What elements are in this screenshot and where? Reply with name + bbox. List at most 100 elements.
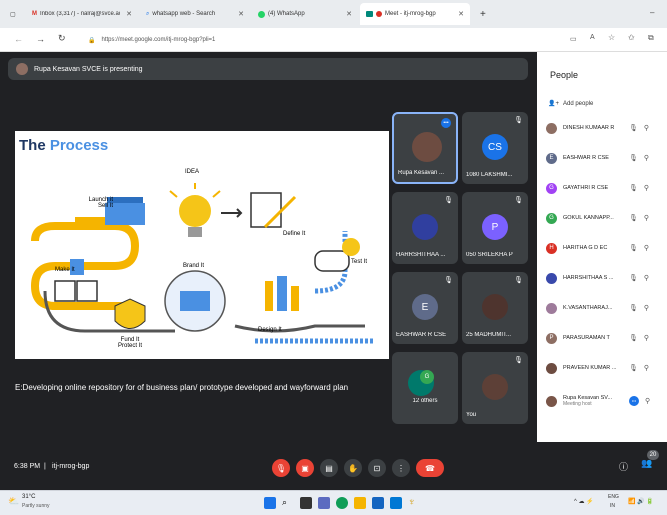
tab-whatsapp[interactable]: (4) WhatsApp ✕ [252,3,358,25]
system-tray-icons[interactable]: ^ ☁ ⚡ [574,498,594,505]
minimize-icon[interactable]: – [650,8,654,17]
pin-icon[interactable]: ⚲ [644,154,649,162]
forward-icon[interactable]: → [36,34,45,44]
participant-row[interactable]: K.VASANTHARAJ... 🎙 ⚲ [546,298,667,318]
participant-tile-self[interactable]: 🎙 You [462,352,528,424]
tab-gmail[interactable]: M Inbox (3,317) - nalraj@svce.ac.in ✕ [26,3,138,25]
hand-icon: ✋ [348,463,358,473]
participant-row[interactable]: P PARASURAMAN T 🎙 ⚲ [546,328,667,348]
reload-icon[interactable]: ↻ [58,33,66,44]
pin-icon[interactable]: ⚲ [644,334,649,342]
pin-icon[interactable]: ⚲ [644,364,649,372]
tab-actions-icon[interactable]: ▢ [4,3,22,25]
raise-hand-button[interactable]: ✋ [344,459,362,477]
collections-icon[interactable]: ⧉ [648,33,654,43]
close-icon[interactable]: ✕ [126,10,132,18]
avatar: P [482,214,508,240]
pin-icon[interactable]: ⚲ [644,124,649,132]
participant-row[interactable]: G GAYATHRI R CSE 🎙 ⚲ [546,178,667,198]
favorites-bar-icon[interactable]: ✩ [628,33,635,42]
participant-row[interactable]: PRAVEEN KUMAR ... 🎙 ⚲ [546,358,667,378]
store-icon[interactable] [372,497,384,509]
participant-row[interactable]: E EASHWAR R CSE 🎙 ⚲ [546,148,667,168]
mic-off-icon[interactable]: 🎙 [629,334,638,342]
more-options-button[interactable]: ⋮ [392,459,410,477]
mic-off-icon[interactable]: 🎙 [629,214,638,222]
weather-icon[interactable]: ⛅ [8,496,19,507]
edge-icon[interactable] [336,497,348,509]
browser-tab-bar: ▢ M Inbox (3,317) - nalraj@svce.ac.in ✕ … [0,0,667,28]
app-icon[interactable]: ♆ [408,497,420,509]
camera-toggle-button[interactable]: ▣ [296,459,314,477]
start-icon[interactable] [264,497,276,509]
participant-row-host[interactable]: Rupa Kesavan SV... Meeting host ••• ⚲ [546,388,667,414]
read-aloud-icon[interactable]: A [590,34,595,41]
avatar [412,214,438,240]
new-tab-button[interactable]: + [474,3,488,25]
pin-icon[interactable]: ⚲ [644,214,649,222]
participant-tile[interactable]: 🎙 CS 1080 LAKSHMI... [462,112,528,184]
windows-taskbar: ⛅ 31°C Partly sunny ⌕ ♆ ^ ☁ ⚡ ENG IN 📶 🔊… [0,490,667,515]
mic-off-icon[interactable]: 🎙 [629,274,638,282]
file-explorer-icon[interactable] [354,497,366,509]
mic-off-icon[interactable]: 🎙 [629,154,638,162]
pin-icon[interactable]: ⚲ [644,304,649,312]
present-button[interactable]: ⊡ [368,459,386,477]
add-person-icon: 👤+ [548,101,559,107]
favorite-icon[interactable]: ☆ [608,33,615,42]
participant-row[interactable]: HARRSHITHAA S ... 🎙 ⚲ [546,268,667,288]
avatar [546,122,557,134]
participant-row[interactable]: DINESH KUMAAR R 🎙 ⚲ [546,118,667,138]
separator: | [44,463,46,470]
speaking-icon: ••• [441,118,451,128]
participant-tile[interactable]: ••• Rupa Kesavan ... [392,112,458,184]
camera-permission-icon[interactable]: ▭ [570,35,577,43]
participant-tile-others[interactable]: G 12 others [392,352,458,424]
pin-icon[interactable]: ⚲ [644,274,649,282]
close-icon[interactable]: ✕ [346,10,352,18]
region-indicator: IN [610,503,615,509]
pin-icon[interactable]: ⚲ [644,184,649,192]
teams-icon[interactable] [318,497,330,509]
participant-tile[interactable]: 🎙 HARRSHITHAA ... [392,192,458,264]
mic-off-icon[interactable]: 🎙 [629,124,638,132]
mic-off-icon[interactable]: 🎙 [629,184,638,192]
participant-tile[interactable]: 🎙 25 MADHUMIT... [462,272,528,344]
pin-icon[interactable]: ⚲ [644,244,649,252]
captions-button[interactable]: ▤ [320,459,338,477]
presenter-avatar [16,63,28,75]
add-people-button[interactable]: 👤+ Add people [548,100,593,108]
weather-text: Partly sunny [22,503,50,509]
tab-meet[interactable]: Meet - itj-mrog-bgp ✕ [360,3,470,25]
close-icon[interactable]: ✕ [238,10,244,18]
participant-row[interactable]: H HARITHA G D EC 🎙 ⚲ [546,238,667,258]
back-icon[interactable]: ← [14,34,23,44]
info-icon[interactable]: ⓘ [619,460,628,473]
participant-tile[interactable]: 🎙 P 050 SRILEKHA P [462,192,528,264]
meeting-controls: 6:38 PM | itj-mrog-bgp 🎙 ▣ ▤ ✋ ⊡ ⋮ ☎ [0,449,537,490]
close-icon[interactable]: ✕ [458,10,464,18]
mic-toggle-button[interactable]: 🎙 [272,459,290,477]
mic-off-icon[interactable]: 🎙 [629,364,638,372]
url-field[interactable]: 🔒 https://meet.google.com/itj-mrog-bgp?p… [80,32,530,48]
mic-off-icon[interactable]: 🎙 [629,244,638,252]
slide-label-idea: IDEA [185,169,200,175]
slide-label-launch: Launch it Sell It [88,197,113,209]
search-icon[interactable]: ⌕ [282,497,294,509]
right-bottom-controls: ⓘ 👥 20 [537,442,667,490]
whatsapp-icon [258,10,265,18]
leave-call-button[interactable]: ☎ [416,459,444,477]
pin-icon[interactable]: ⚲ [645,397,650,405]
tab-search[interactable]: ⌕ whatsapp web - Search ✕ [140,3,250,25]
mail-icon[interactable] [390,497,402,509]
participant-row[interactable]: G GOKUL KANNAPP... 🎙 ⚲ [546,208,667,228]
avatar: CS [482,134,508,160]
mic-off-icon[interactable]: 🎙 [629,304,638,312]
slide-label-design: Design It [258,327,282,333]
language-indicator[interactable]: ENG [608,494,619,500]
process-diagram [30,183,375,344]
participant-tile[interactable]: 🎙 E EASHWAR R CSE [392,272,458,344]
task-view-icon[interactable] [300,497,312,509]
mic-off-icon: 🎙 [514,197,523,204]
network-sound-icons[interactable]: 📶 🔊 🔋 [628,498,654,505]
